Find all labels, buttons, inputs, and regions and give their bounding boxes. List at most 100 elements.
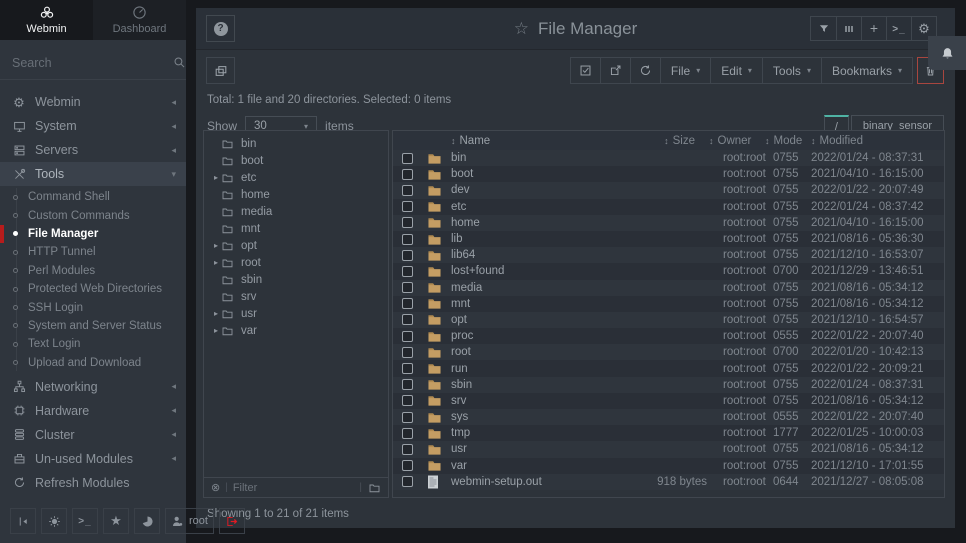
filter-clear-icon[interactable]: ⊗ xyxy=(211,481,220,494)
sort-icon[interactable]: ↕ xyxy=(664,136,669,146)
user-button[interactable]: root xyxy=(165,508,214,534)
filter-placeholder[interactable]: Filter xyxy=(233,482,257,494)
sort-icon[interactable]: ↕ xyxy=(451,136,456,146)
file-name[interactable]: mnt xyxy=(451,298,603,310)
notifications-bell[interactable] xyxy=(928,36,966,70)
file-row-opt[interactable]: optroot:root07552021/12/10 - 16:54:57 xyxy=(393,312,944,328)
filter-button[interactable] xyxy=(811,17,836,40)
file-row-mnt[interactable]: mntroot:root07552021/08/16 - 05:34:12 xyxy=(393,296,944,312)
sidebar-subitem-file-manager[interactable]: File Manager xyxy=(0,225,186,243)
file-name[interactable]: dev xyxy=(451,184,603,196)
row-checkbox[interactable] xyxy=(402,217,413,228)
pie-chart-button[interactable] xyxy=(134,508,160,534)
file-row-boot[interactable]: bootroot:root07552021/04/10 - 16:15:00 xyxy=(393,166,944,182)
file-row-srv[interactable]: srvroot:root07552021/08/16 - 05:34:12 xyxy=(393,393,944,409)
tree-item-root[interactable]: ▸root xyxy=(204,254,388,271)
file-name[interactable]: srv xyxy=(451,395,603,407)
columns-button[interactable] xyxy=(836,17,861,40)
file-name[interactable]: etc xyxy=(451,201,603,213)
file-row-sys[interactable]: sysroot:root05552022/01/22 - 20:07:40 xyxy=(393,409,944,425)
favorite-star-icon[interactable]: ☆ xyxy=(514,19,529,39)
tree-item-etc[interactable]: ▸etc xyxy=(204,169,388,186)
row-checkbox[interactable] xyxy=(402,169,413,180)
sidebar-subitem-system-and-server-status[interactable]: System and Server Status xyxy=(0,317,186,335)
tree-item-srv[interactable]: srv xyxy=(204,288,388,305)
file-row-dev[interactable]: devroot:root07552022/01/22 - 20:07:49 xyxy=(393,182,944,198)
copy-windows-icon[interactable] xyxy=(206,57,235,84)
sidebar-subitem-text-login[interactable]: Text Login xyxy=(0,335,186,353)
tab-webmin[interactable]: Webmin xyxy=(0,0,93,40)
row-checkbox[interactable] xyxy=(402,185,413,196)
row-checkbox[interactable] xyxy=(402,266,413,277)
file-name[interactable]: usr xyxy=(451,443,603,455)
tree-item-bin[interactable]: bin xyxy=(204,135,388,152)
caret-right-icon[interactable]: ▸ xyxy=(204,241,221,250)
file-name[interactable]: sbin xyxy=(451,379,603,391)
file-row-sbin[interactable]: sbinroot:root07552022/01/24 - 08:37:31 xyxy=(393,377,944,393)
menu-bookmarks-button[interactable]: Bookmarks▾ xyxy=(821,58,912,83)
file-row-home[interactable]: homeroot:root07552021/04/10 - 16:15:00 xyxy=(393,215,944,231)
sort-icon[interactable]: ↕ xyxy=(811,136,816,146)
logout-button[interactable] xyxy=(219,508,245,534)
caret-right-icon[interactable]: ▸ xyxy=(204,258,221,267)
terminal-button[interactable]: >_ xyxy=(72,508,98,534)
row-checkbox[interactable] xyxy=(402,444,413,455)
sidebar-subitem-ssh-login[interactable]: SSH Login xyxy=(0,298,186,316)
tree-item-mnt[interactable]: mnt xyxy=(204,220,388,237)
sidebar-item-un-used-modules[interactable]: Un-used Modules◂ xyxy=(0,447,186,471)
sidebar-subitem-command-shell[interactable]: Command Shell xyxy=(0,188,186,206)
row-checkbox[interactable] xyxy=(402,282,413,293)
sidebar-subitem-protected-web-directories[interactable]: Protected Web Directories xyxy=(0,280,186,298)
row-checkbox[interactable] xyxy=(402,428,413,439)
col-name[interactable]: ↕Name xyxy=(451,135,603,147)
tree-item-sbin[interactable]: sbin xyxy=(204,271,388,288)
tree-item-home[interactable]: home xyxy=(204,186,388,203)
file-row-run[interactable]: runroot:root07552022/01/22 - 20:09:21 xyxy=(393,360,944,376)
file-name[interactable]: tmp xyxy=(451,427,603,439)
row-checkbox[interactable] xyxy=(402,331,413,342)
file-row-lost+found[interactable]: lost+foundroot:root07002021/12/29 - 13:4… xyxy=(393,263,944,279)
file-name[interactable]: run xyxy=(451,363,603,375)
tree-item-usr[interactable]: ▸usr xyxy=(204,305,388,322)
caret-right-icon[interactable]: ▸ xyxy=(204,326,221,335)
menu-edit-button[interactable]: Edit▾ xyxy=(710,58,762,83)
sidebar-subitem-upload-and-download[interactable]: Upload and Download xyxy=(0,354,186,372)
file-name[interactable]: lost+found xyxy=(451,265,603,277)
row-checkbox[interactable] xyxy=(402,460,413,471)
file-name[interactable]: root xyxy=(451,346,603,358)
file-row-lib64[interactable]: lib64root:root07552021/12/10 - 16:53:07 xyxy=(393,247,944,263)
col-mode[interactable]: ↕Mode xyxy=(765,135,811,147)
sidebar-subitem-perl-modules[interactable]: Perl Modules xyxy=(0,262,186,280)
row-checkbox[interactable] xyxy=(402,412,413,423)
sidebar-item-webmin[interactable]: ⚙Webmin◂ xyxy=(0,90,186,114)
file-row-root[interactable]: rootroot:root07002022/01/20 - 10:42:13 xyxy=(393,344,944,360)
row-checkbox[interactable] xyxy=(402,476,413,487)
sidebar-item-networking[interactable]: Networking◂ xyxy=(0,375,186,399)
file-row-tmp[interactable]: tmproot:root17772022/01/25 - 10:00:03 xyxy=(393,425,944,441)
row-checkbox[interactable] xyxy=(402,379,413,390)
file-name[interactable]: media xyxy=(451,282,603,294)
file-name[interactable]: lib xyxy=(451,233,603,245)
file-name[interactable]: lib64 xyxy=(451,249,603,261)
row-checkbox[interactable] xyxy=(402,395,413,406)
sort-icon[interactable]: ↕ xyxy=(709,136,714,146)
sun-button[interactable] xyxy=(41,508,67,534)
sidebar-subitem-http-tunnel[interactable]: HTTP Tunnel xyxy=(0,243,186,261)
file-name[interactable]: sys xyxy=(451,411,603,423)
select-all-button[interactable] xyxy=(571,58,600,83)
file-row-etc[interactable]: etcroot:root07552022/01/24 - 08:37:42 xyxy=(393,199,944,215)
file-name[interactable]: opt xyxy=(451,314,603,326)
row-checkbox[interactable] xyxy=(402,298,413,309)
folder-icon[interactable] xyxy=(368,482,381,494)
file-name[interactable]: webmin-setup.out xyxy=(451,476,603,488)
file-name[interactable]: home xyxy=(451,217,603,229)
sidebar-item-system[interactable]: System◂ xyxy=(0,114,186,138)
refresh-button[interactable] xyxy=(630,58,660,83)
col-size[interactable]: ↕Size xyxy=(603,135,707,147)
search-input[interactable] xyxy=(12,56,173,70)
star-button[interactable]: ★ xyxy=(103,508,129,534)
file-row-proc[interactable]: procroot:root05552022/01/22 - 20:07:40 xyxy=(393,328,944,344)
tree-item-opt[interactable]: ▸opt xyxy=(204,237,388,254)
sidebar-item-tools[interactable]: Tools▾ xyxy=(0,162,186,186)
share-button[interactable] xyxy=(600,58,630,83)
